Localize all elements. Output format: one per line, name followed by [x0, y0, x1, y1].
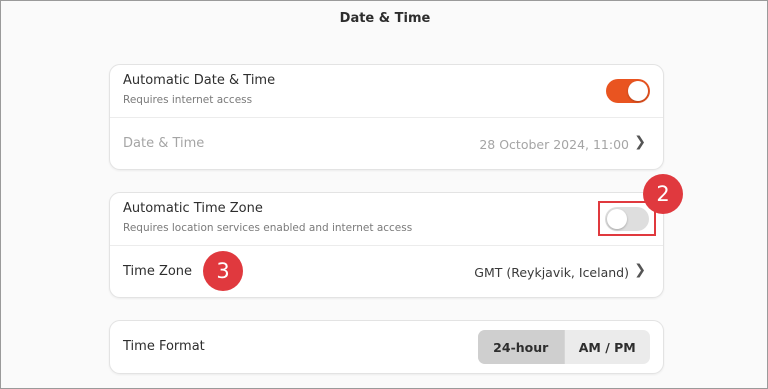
- datetime-value: 28 October 2024, 11:00: [479, 137, 629, 152]
- time-format-segmented-control: 24-hour AM / PM: [478, 330, 650, 364]
- chevron-right-icon: ❯: [634, 134, 646, 150]
- datetime-label: Date & Time: [123, 136, 205, 151]
- timezone-card: Automatic Time Zone Requires location se…: [109, 192, 664, 298]
- settings-window: Date & Time Automatic Date & Time Requir…: [0, 0, 768, 389]
- chevron-right-icon: ❯: [634, 262, 646, 278]
- time-format-24-hour-button[interactable]: 24-hour: [478, 330, 564, 364]
- step-badge-3: 3: [203, 251, 243, 291]
- toggle-knob: [628, 81, 648, 101]
- auto-timezone-subtitle: Requires location services enabled and i…: [123, 222, 413, 234]
- auto-timezone-row[interactable]: Automatic Time Zone Requires location se…: [110, 193, 663, 245]
- auto-datetime-row[interactable]: Automatic Date & Time Requires internet …: [110, 65, 663, 117]
- timezone-value: GMT (Reykjavik, Iceland): [474, 265, 629, 280]
- timezone-label: Time Zone: [123, 264, 193, 279]
- auto-timezone-label: Automatic Time Zone: [123, 201, 263, 216]
- window-title: Date & Time: [339, 11, 431, 26]
- time-format-label: Time Format: [123, 339, 205, 354]
- time-format-row: Time Format 24-hour AM / PM: [110, 321, 663, 373]
- auto-datetime-subtitle: Requires internet access: [123, 94, 253, 106]
- format-card: Time Format 24-hour AM / PM: [109, 320, 664, 374]
- datetime-card: Automatic Date & Time Requires internet …: [109, 64, 664, 170]
- timezone-row[interactable]: Time Zone GMT (Reykjavik, Iceland) ❯: [110, 245, 663, 298]
- step-badge-2: 2: [643, 174, 683, 214]
- datetime-row[interactable]: Date & Time 28 October 2024, 11:00 ❯: [110, 117, 663, 170]
- auto-datetime-label: Automatic Date & Time: [123, 73, 276, 88]
- auto-datetime-toggle[interactable]: [606, 79, 650, 103]
- time-format-ampm-button[interactable]: AM / PM: [565, 330, 651, 364]
